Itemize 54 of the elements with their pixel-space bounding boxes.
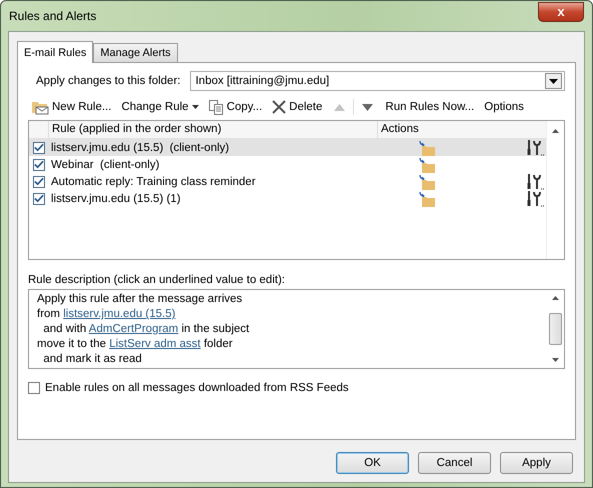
- window-title: Rules and Alerts: [9, 9, 96, 23]
- description-line: from listserv.jmu.edu (15.5): [37, 307, 176, 322]
- move-to-folder-icon: [418, 156, 436, 172]
- folder-label: Apply changes to this folder:: [36, 75, 180, 87]
- checkbox-label: Enable rules on all messages downloaded from RSS Feeds: [45, 382, 349, 394]
- toolbar-button[interactable]: Run Rules Now...: [381, 101, 478, 113]
- toolbar-button[interactable]: New Rule...: [28, 100, 116, 114]
- rule-name: listserv.jmu.edu (15.5) (1): [51, 192, 182, 204]
- scroll-down-icon[interactable]: [552, 358, 559, 362]
- move-to-folder-icon: [418, 190, 436, 206]
- close-button[interactable]: x: [538, 2, 584, 22]
- column-header[interactable]: Actions: [378, 121, 546, 138]
- rule-row[interactable]: Automatic reply: Training class reminder: [29, 173, 546, 190]
- dropdown-arrow-icon: [549, 78, 558, 84]
- checkbox[interactable]: [33, 176, 45, 188]
- column-header[interactable]: Rule (applied in the order shown): [49, 121, 378, 138]
- envelope-folder-icon: [32, 100, 49, 114]
- tab[interactable]: E-mail Rules: [17, 41, 94, 63]
- caret-icon: [192, 105, 199, 109]
- checkbox[interactable]: [33, 192, 45, 204]
- value-link[interactable]: AdmCertProgram: [88, 323, 178, 335]
- toolbar-button[interactable]: Change Rule: [117, 101, 203, 113]
- value-link[interactable]: listserv.jmu.edu (15.5): [63, 308, 176, 320]
- scroll-up-icon[interactable]: [552, 296, 559, 300]
- scroll-up-icon[interactable]: [552, 129, 559, 133]
- move-to-folder-icon: [418, 174, 436, 190]
- rule-row[interactable]: listserv.jmu.edu (15.5) (client-only): [29, 139, 546, 156]
- rule-name: Automatic reply: Training class reminder: [51, 176, 257, 188]
- rule-name: listserv.jmu.edu (15.5) (client-only): [51, 142, 230, 154]
- dialog-button[interactable]: OK: [336, 452, 409, 474]
- description-line: move it to the ListServ adm asst folder: [37, 337, 234, 352]
- rule-row[interactable]: listserv.jmu.edu (15.5) (1): [29, 190, 546, 207]
- description-line: Apply this rule after the message arrives: [37, 292, 244, 307]
- description-line: and with AdmCertProgram in the subject: [42, 322, 250, 337]
- dialog-button[interactable]: Apply: [500, 452, 573, 474]
- tab[interactable]: Manage Alerts: [93, 43, 178, 62]
- toolbar-button[interactable]: Copy...: [204, 100, 266, 114]
- move-to-folder-icon: [418, 140, 436, 156]
- checkbox[interactable]: [28, 382, 40, 394]
- dialog-button[interactable]: Cancel: [418, 452, 491, 474]
- value-link[interactable]: ListServ adm asst: [109, 338, 201, 350]
- rule-name: Webinar (client-only): [51, 158, 160, 170]
- up-triangle-icon: [334, 104, 346, 110]
- toolbar-button[interactable]: Delete: [268, 100, 326, 114]
- down-triangle-icon: [362, 104, 374, 110]
- checkbox[interactable]: [33, 158, 45, 170]
- description-label: Rule description (click an underlined value to edit):: [28, 274, 286, 286]
- rule-row[interactable]: Webinar (client-only): [29, 156, 546, 173]
- folder-dropdown[interactable]: Inbox [ittraining@jmu.edu]: [190, 71, 565, 91]
- toolbar-button[interactable]: Options: [480, 101, 528, 113]
- delete-x-icon: [272, 100, 286, 114]
- checkbox[interactable]: [33, 142, 45, 154]
- copy-icon: [208, 100, 224, 114]
- description-line: and mark it as read: [42, 352, 143, 367]
